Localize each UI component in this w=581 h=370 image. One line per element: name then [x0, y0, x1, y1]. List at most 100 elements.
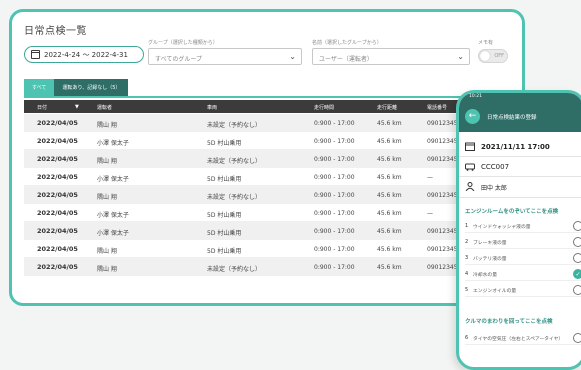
row-drive-time: 0:900 - 17:00 [314, 156, 355, 163]
check-circle-icon[interactable] [573, 237, 581, 247]
table-row[interactable]: 2022/04/05 隅山 翔 5D 村山乗用 0:900 - 17:00 45.6 k… [24, 240, 522, 258]
row-driver: 隅山 翔 [97, 194, 117, 201]
column-header-vehicle[interactable]: 車両 [207, 104, 217, 111]
row-driver: 隅山 翔 [97, 158, 117, 165]
table-row[interactable]: 2022/04/05 小澤 保太子 5D 村山乗用 0:900 - 17:00 45.6… [24, 132, 522, 150]
table-row[interactable]: 2022/04/05 小澤 保太子 5D 村山乗用 0:900 - 17:00 45.6… [24, 222, 522, 240]
row-distance: 45.6 km [377, 192, 402, 199]
check-circle-checked-icon[interactable]: ✓ [573, 269, 581, 279]
toggle-knob [480, 51, 490, 61]
phone-header: ← 日常点検結果の登録 [459, 101, 581, 132]
column-header-date[interactable]: 日付 [37, 104, 47, 111]
row-vehicle: 5D 村山乗用 [207, 230, 242, 237]
chevron-down-icon: ⌄ [289, 52, 296, 61]
driver-name: 田中 太郎 [481, 185, 507, 192]
phone-title: 日常点検結果の登録 [487, 115, 537, 121]
checklist-item[interactable]: 5 エンジンオイルの量 [465, 283, 581, 297]
row-vehicle: 5D 村山乗用 [207, 176, 242, 183]
column-header-distance[interactable]: 走行距離 [377, 104, 397, 111]
name-filter-label: 名前（選択したグループから） [312, 40, 382, 46]
item-label: バッテリ液の量 [473, 257, 507, 262]
divider [459, 176, 581, 177]
divider [459, 156, 581, 157]
item-number: 2 [465, 239, 469, 245]
memo-toggle[interactable]: OFF [478, 49, 508, 63]
row-distance: 45.6 km [377, 210, 402, 217]
datetime-row: 2021/11/11 17:00 [465, 139, 581, 155]
item-label: ブレーキ液の量 [473, 241, 507, 246]
checklist-item[interactable]: 1 ウインドウォッシャ液の量 [465, 219, 581, 233]
exterior-section-title: クルマのまわりを回ってここを点検 [465, 319, 553, 325]
row-date: 2022/04/05 [37, 209, 78, 217]
engine-room-section-title: エンジンルームをのぞいてここを点検 [465, 209, 559, 215]
row-driver: 隅山 翔 [97, 266, 117, 273]
row-drive-time: 0:900 - 17:00 [314, 210, 355, 217]
column-header-driver[interactable]: 運転者 [97, 104, 112, 111]
checklist-item[interactable]: 3 バッテリ液の量 [465, 251, 581, 265]
row-drive-time: 0:900 - 17:00 [314, 120, 355, 127]
row-date: 2022/04/05 [37, 155, 78, 163]
row-drive-time: 0:900 - 17:00 [314, 192, 355, 199]
toggle-state: OFF [494, 53, 504, 59]
check-circle-icon[interactable] [573, 285, 581, 295]
name-select[interactable]: ユーザー（運転者） ⌄ [312, 48, 470, 65]
person-icon [465, 182, 475, 191]
table-row[interactable]: 2022/04/05 隅山 翔 未設定（予約なし） 0:900 - 17:00 45.6… [24, 114, 522, 132]
item-label: エンジンオイルの量 [473, 289, 517, 294]
table-row[interactable]: 2022/04/05 隅山 翔 未設定（予約なし） 0:900 - 17:00 45.6… [24, 186, 522, 204]
row-driver: 小澤 保太子 [97, 230, 129, 237]
table-row[interactable]: 2022/04/05 隅山 翔 未設定（予約なし） 0:900 - 17:00 45.6… [24, 150, 522, 168]
vehicle-row: CCC007 [465, 159, 581, 175]
driver-row: 田中 太郎 [465, 179, 581, 195]
phone-mockup: 10:21 ← 日常点検結果の登録 2021/11/11 17:00 CCC00… [456, 90, 581, 370]
row-phone: — [427, 174, 433, 181]
row-date: 2022/04/05 [37, 245, 78, 253]
row-drive-time: 0:900 - 17:00 [314, 264, 355, 271]
group-filter-label: グループ（選択した種類から） [148, 40, 218, 46]
check-circle-icon[interactable] [573, 221, 581, 231]
checklist-item[interactable]: 6 タイヤの空気圧（左右とスペアータイヤ） [465, 331, 581, 345]
item-label: ウインドウォッシャ液の量 [473, 225, 531, 230]
column-header-phone[interactable]: 電話番号 [427, 104, 447, 111]
column-header-drive-time[interactable]: 走行時間 [314, 104, 334, 111]
item-number: 1 [465, 223, 469, 229]
row-vehicle: 5D 村山乗用 [207, 248, 242, 255]
row-drive-time: 0:900 - 17:00 [314, 138, 355, 145]
row-date: 2022/04/05 [37, 227, 78, 235]
row-distance: 45.6 km [377, 228, 402, 235]
calendar-icon [31, 50, 40, 59]
tab-all[interactable]: すべて [24, 79, 55, 97]
item-number: 5 [465, 287, 469, 293]
item-number: 6 [465, 335, 469, 341]
row-vehicle: 未設定（予約なし） [207, 158, 262, 165]
row-vehicle: 未設定（予約なし） [207, 266, 262, 273]
sort-desc-icon[interactable]: ▼ [75, 104, 79, 110]
tab-driven-no-record[interactable]: 運転あり、記録なし（5） [54, 79, 129, 97]
table-row[interactable]: 2022/04/05 小澤 保太子 5D 村山乗用 0:900 - 17:00 45.6… [24, 168, 522, 186]
row-driver: 隅山 翔 [97, 122, 117, 129]
divider [459, 197, 581, 198]
table-header: 日付 ▼ 運転者 車両 走行時間 走行距離 電話番号 [24, 100, 522, 113]
memo-filter-label: メモ有 [478, 40, 494, 46]
calendar-icon [465, 142, 475, 151]
check-circle-icon[interactable] [573, 333, 581, 343]
row-date: 2022/04/05 [37, 263, 78, 271]
row-vehicle: 未設定（予約なし） [207, 194, 262, 201]
checklist-item[interactable]: 2 ブレーキ液の量 [465, 235, 581, 249]
checklist-item[interactable]: 4 冷却水の量 ✓ [465, 267, 581, 281]
row-distance: 45.6 km [377, 138, 402, 145]
row-distance: 45.6 km [377, 264, 402, 271]
back-arrow-icon[interactable]: ← [465, 109, 480, 124]
row-distance: 45.6 km [377, 174, 402, 181]
row-distance: 45.6 km [377, 246, 402, 253]
vehicle-number: CCC007 [481, 163, 510, 171]
row-phone: — [427, 210, 433, 217]
row-date: 2022/04/05 [37, 173, 78, 181]
date-range-picker[interactable]: 2022-4-24 〜 2022-4-31 [24, 46, 144, 63]
table-row[interactable]: 2022/04/05 小澤 保太子 5D 村山乗用 0:900 - 17:00 45.6… [24, 204, 522, 222]
table-row[interactable]: 2022/04/05 隅山 翔 未設定（予約なし） 0:900 - 17:00 45.6… [24, 258, 522, 276]
car-icon [465, 163, 475, 171]
item-number: 3 [465, 255, 469, 261]
group-select[interactable]: すべてのグループ ⌄ [148, 48, 302, 65]
check-circle-icon[interactable] [573, 253, 581, 263]
